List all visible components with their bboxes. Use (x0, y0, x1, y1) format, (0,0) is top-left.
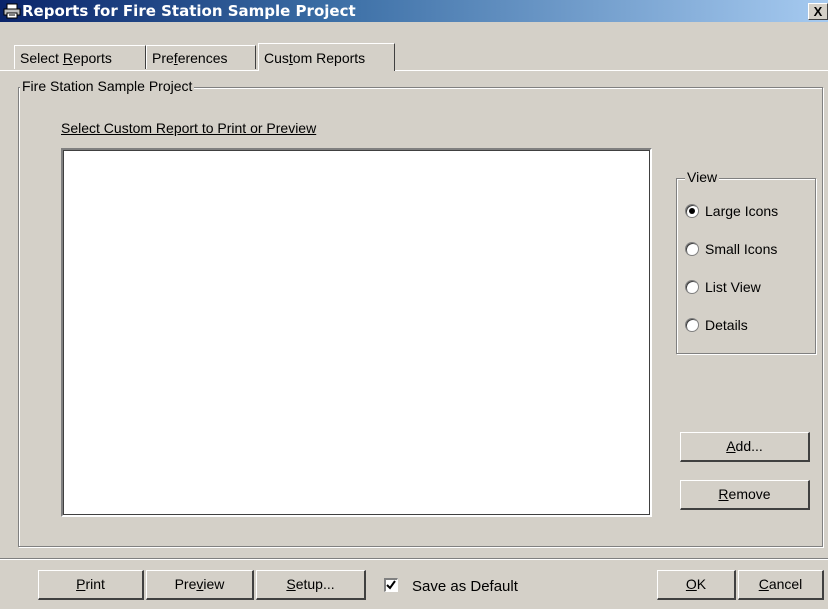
checkmark-icon (386, 580, 396, 590)
cancel-button[interactable]: Cancel (738, 570, 824, 600)
reports-dialog: Reports for Fire Station Sample Project … (0, 0, 828, 609)
view-group-label: View (685, 169, 720, 185)
view-radio-small-icons[interactable]: Small Icons (685, 238, 777, 260)
button-label: emove (728, 486, 771, 502)
tab-label: erences (177, 50, 228, 66)
view-radio-list-view[interactable]: List View (685, 276, 761, 298)
ok-button[interactable]: OK (657, 570, 736, 600)
tab-label: Pre (152, 50, 174, 66)
radio-button[interactable] (685, 204, 699, 218)
radio-button[interactable] (685, 280, 699, 294)
button-accel: S (286, 576, 296, 592)
tab-custom-reports[interactable]: Custom Reports (258, 43, 395, 71)
tab-label: Select (20, 50, 63, 66)
preview-button[interactable]: Preview (146, 570, 254, 600)
button-accel: C (758, 576, 769, 592)
radio-label: Details (705, 317, 748, 333)
tab-label: om Reports (292, 50, 366, 66)
button-label: ancel (768, 576, 803, 592)
view-radio-details[interactable]: Details (685, 314, 748, 336)
tab-label-accel: R (62, 50, 73, 66)
radio-button[interactable] (685, 242, 699, 256)
button-accel: A (726, 438, 736, 454)
setup-button[interactable]: Setup... (256, 570, 366, 600)
button-accel: R (718, 486, 729, 502)
radio-button[interactable] (685, 318, 699, 332)
print-button[interactable]: Print (38, 570, 144, 600)
button-accel: O (685, 576, 697, 592)
radio-selected-dot (689, 208, 695, 214)
button-label: dd... (735, 438, 763, 454)
close-button[interactable]: X (808, 3, 828, 20)
tab-label: eports (72, 50, 112, 66)
radio-label: List View (705, 279, 761, 295)
save-default-label[interactable]: Save as Default (412, 578, 518, 595)
tab-label: Cus (264, 50, 289, 66)
report-list-label: Select Custom Report to Print or Preview (61, 120, 317, 136)
printer-icon (3, 3, 21, 19)
tab-panel-border (0, 70, 828, 71)
button-label: K (696, 576, 707, 592)
view-radio-large-icons[interactable]: Large Icons (685, 200, 778, 222)
custom-report-list[interactable] (61, 148, 652, 517)
button-label: Pre (174, 576, 197, 592)
button-label: iew (203, 576, 225, 592)
save-default-checkbox[interactable] (384, 578, 398, 592)
radio-label: Large Icons (705, 203, 779, 219)
project-group-label: Fire Station Sample Project (20, 78, 195, 94)
tab-preferences[interactable]: Preferences (146, 45, 256, 69)
title-bar[interactable]: Reports for Fire Station Sample Project … (0, 0, 828, 22)
button-label: rint (85, 576, 105, 592)
footer-separator (0, 558, 828, 560)
add-button[interactable]: Add... (680, 432, 810, 462)
window-title: Reports for Fire Station Sample Project (22, 2, 356, 20)
radio-label: Small Icons (705, 241, 778, 257)
button-label: etup... (295, 576, 335, 592)
remove-button[interactable]: Remove (680, 480, 810, 510)
tab-select-reports[interactable]: Select Reports (14, 45, 146, 69)
